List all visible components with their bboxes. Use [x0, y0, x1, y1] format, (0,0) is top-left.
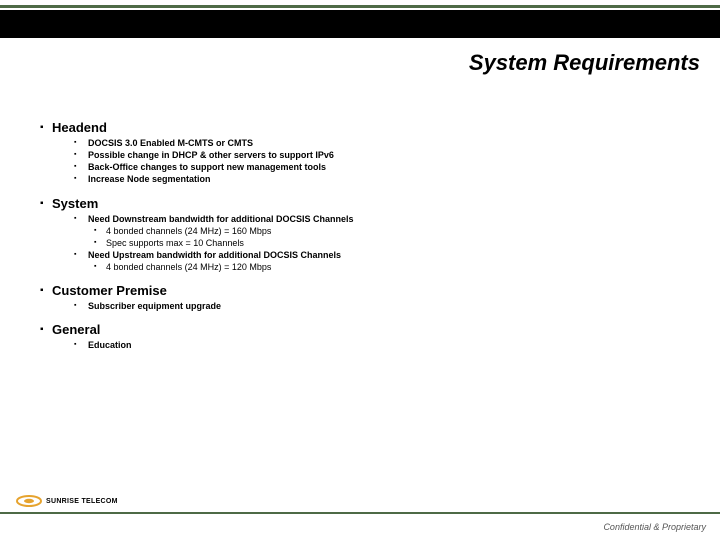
footer-confidential-text: Confidential & Proprietary — [603, 522, 706, 532]
list-item: Need Downstream bandwidth for additional… — [88, 213, 680, 225]
list-item: Back-Office changes to support new manag… — [88, 161, 680, 173]
section-customer-list: Subscriber equipment upgrade — [40, 300, 680, 312]
list-item: Possible change in DHCP & other servers … — [88, 149, 680, 161]
list-subitem: 4 bonded channels (24 MHz) = 120 Mbps — [106, 261, 680, 273]
section-customer-heading: Customer Premise — [40, 283, 680, 298]
header-black-band — [0, 10, 720, 38]
company-logo-text: SUNRISE TELECOM — [46, 498, 118, 505]
list-subitem: Spec supports max = 10 Channels — [106, 237, 680, 249]
sunrise-logo-icon — [16, 494, 42, 508]
section-headend-heading: Headend — [40, 120, 680, 135]
section-general-list: Education — [40, 339, 680, 351]
company-logo: SUNRISE TELECOM — [16, 494, 118, 508]
slide-content: Headend DOCSIS 3.0 Enabled M-CMTS or CMT… — [40, 110, 680, 356]
section-system-list: Need Downstream bandwidth for additional… — [40, 213, 680, 274]
section-system-heading: System — [40, 196, 680, 211]
list-subitem: 4 bonded channels (24 MHz) = 160 Mbps — [106, 225, 680, 237]
top-accent-stripe — [0, 5, 720, 8]
section-headend-list: DOCSIS 3.0 Enabled M-CMTS or CMTS Possib… — [40, 137, 680, 186]
footer-accent-line — [0, 512, 720, 514]
list-item: Need Upstream bandwidth for additional D… — [88, 249, 680, 261]
list-item: DOCSIS 3.0 Enabled M-CMTS or CMTS — [88, 137, 680, 149]
list-item: Subscriber equipment upgrade — [88, 300, 680, 312]
section-general-heading: General — [40, 322, 680, 337]
list-item: Education — [88, 339, 680, 351]
list-item: Increase Node segmentation — [88, 173, 680, 185]
page-title: System Requirements — [469, 50, 700, 76]
